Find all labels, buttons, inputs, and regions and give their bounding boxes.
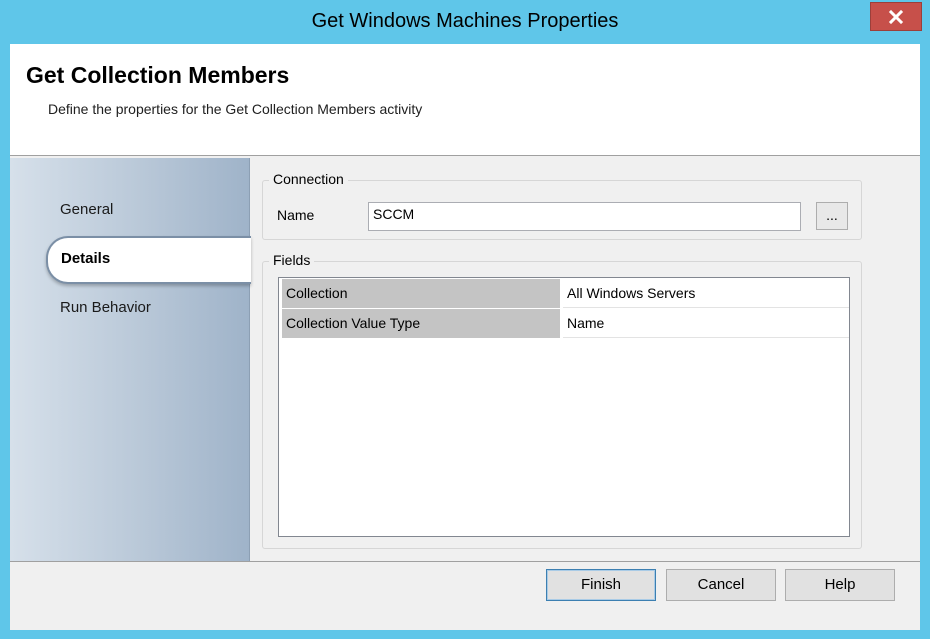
cancel-button[interactable]: Cancel (666, 569, 776, 601)
footer-divider (10, 561, 920, 562)
dialog-window: Get Windows Machines Properties Get Coll… (0, 0, 930, 639)
sidebar-item-label: Details (61, 250, 111, 267)
field-value-collection-value-type[interactable]: Name (563, 309, 849, 338)
title-bar[interactable]: Get Windows Machines Properties (0, 0, 930, 44)
field-value-collection[interactable]: All Windows Servers (563, 279, 849, 308)
browse-button[interactable]: ... (816, 202, 848, 230)
help-button[interactable]: Help (785, 569, 895, 601)
connection-name-field[interactable]: SCCM (368, 202, 801, 231)
page-subtitle: Define the properties for the Get Collec… (48, 101, 423, 117)
sidebar-item-details[interactable]: Details (46, 236, 251, 284)
fields-group: Fields Collection All Windows Servers Co… (262, 252, 862, 549)
close-button[interactable] (870, 2, 922, 31)
field-key-collection[interactable]: Collection (282, 279, 560, 308)
connection-group-label: Connection (269, 171, 348, 187)
sidebar-item-general[interactable]: General (60, 201, 113, 218)
field-key-collection-value-type[interactable]: Collection Value Type (282, 309, 560, 338)
dialog-client-area: Get Collection Members Define the proper… (10, 44, 920, 630)
fields-group-label: Fields (269, 252, 315, 268)
page-title: Get Collection Members (26, 62, 290, 88)
window-title: Get Windows Machines Properties (311, 10, 619, 32)
finish-button[interactable]: Finish (546, 569, 656, 601)
sidebar-item-run-behavior[interactable]: Run Behavior (60, 299, 151, 316)
close-icon (888, 9, 904, 24)
sidebar: General Details Run Behavior (10, 158, 251, 561)
fields-grid[interactable]: Collection All Windows Servers Collectio… (278, 277, 850, 537)
name-label: Name (277, 207, 315, 223)
dialog-header: Get Collection Members Define the proper… (10, 44, 920, 156)
connection-group: Connection Name SCCM ... (262, 171, 862, 240)
